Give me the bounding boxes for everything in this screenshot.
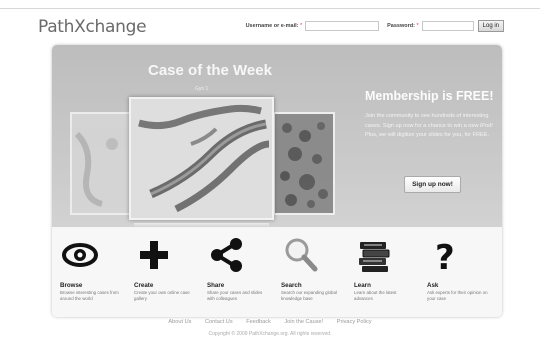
magnifier-icon (285, 238, 318, 272)
case-caption: Gyn 1 (195, 86, 209, 92)
feature-create[interactable]: Create Create your own online case galle… (134, 229, 204, 317)
feature-title: Learn (354, 282, 371, 289)
case-slide-image[interactable] (129, 97, 274, 220)
feature-description: Search our expanding global knowledge ba… (281, 290, 337, 301)
feature-ask[interactable]: ? Ask Ask experts for their opinion on y… (427, 229, 497, 317)
footer-link-about[interactable]: About Us (168, 319, 191, 325)
feature-title: Create (134, 282, 154, 289)
main-panel: Case of the Week Gyn 1 Membership is FRE… (52, 45, 502, 317)
case-of-the-week-title: Case of the Week (148, 62, 272, 79)
feature-description: Ask experts for their opinion on your ca… (427, 290, 488, 301)
top-divider (0, 8, 540, 9)
footer-link-join[interactable]: Join the Cause! (284, 319, 323, 325)
feature-learn[interactable]: Learn Learn about the latest advances (354, 229, 424, 317)
password-label: Password: * (387, 23, 419, 29)
books-icon (359, 242, 390, 272)
password-input[interactable] (421, 21, 474, 31)
username-label: Username or e-mail: * (245, 23, 303, 29)
share-icon (211, 238, 242, 272)
membership-text: Join the community to see hundreds of in… (365, 113, 493, 139)
feature-bar: Browse Browse interesting cases from aro… (52, 229, 502, 317)
slide-thumbnail-right[interactable] (273, 112, 335, 215)
feature-title: Search (281, 282, 302, 289)
signup-button[interactable]: Sign up now! (404, 176, 461, 193)
site-logo[interactable]: PathXchange (38, 17, 147, 37)
feature-share[interactable]: Share Share your cases and slides with c… (207, 229, 277, 317)
footer-link-feedback[interactable]: Feedback (246, 319, 271, 325)
membership-title: Membership is FREE! (365, 89, 494, 103)
hero-banner: Case of the Week Gyn 1 Membership is FRE… (52, 45, 502, 227)
feature-title: Ask (427, 282, 439, 289)
footer-link-privacy[interactable]: Privacy Policy (337, 319, 372, 325)
feature-browse[interactable]: Browse Browse interesting cases from aro… (60, 229, 130, 317)
login-form: Username or e-mail: * Password: * Log in (246, 20, 504, 32)
eye-icon (62, 243, 98, 267)
feature-description: Browse interesting cases from around the… (60, 290, 119, 301)
copyright-text: Copyright © 2009 PathXchange.org. All ri… (208, 331, 332, 337)
footer-link-contact[interactable]: Contact Us (205, 319, 233, 325)
plus-icon (140, 241, 168, 269)
feature-title: Share (207, 282, 225, 289)
feature-search[interactable]: Search Search our expanding global knowl… (281, 229, 351, 317)
svg-text:?: ? (435, 238, 455, 275)
username-input[interactable] (305, 21, 380, 31)
login-button[interactable]: Log in (477, 20, 504, 32)
slide-thumbnail-left[interactable] (70, 112, 132, 215)
question-icon: ? (435, 238, 455, 275)
feature-title: Browse (60, 282, 83, 289)
slide-reflection (134, 223, 269, 227)
feature-description: Create your own online case gallery (134, 290, 190, 301)
feature-description: Learn about the latest advances (354, 290, 397, 301)
footer-links: About Us Contact Us Feedback Join the Ca… (0, 319, 540, 325)
feature-description: Share your cases and slides with colleag… (207, 290, 263, 301)
